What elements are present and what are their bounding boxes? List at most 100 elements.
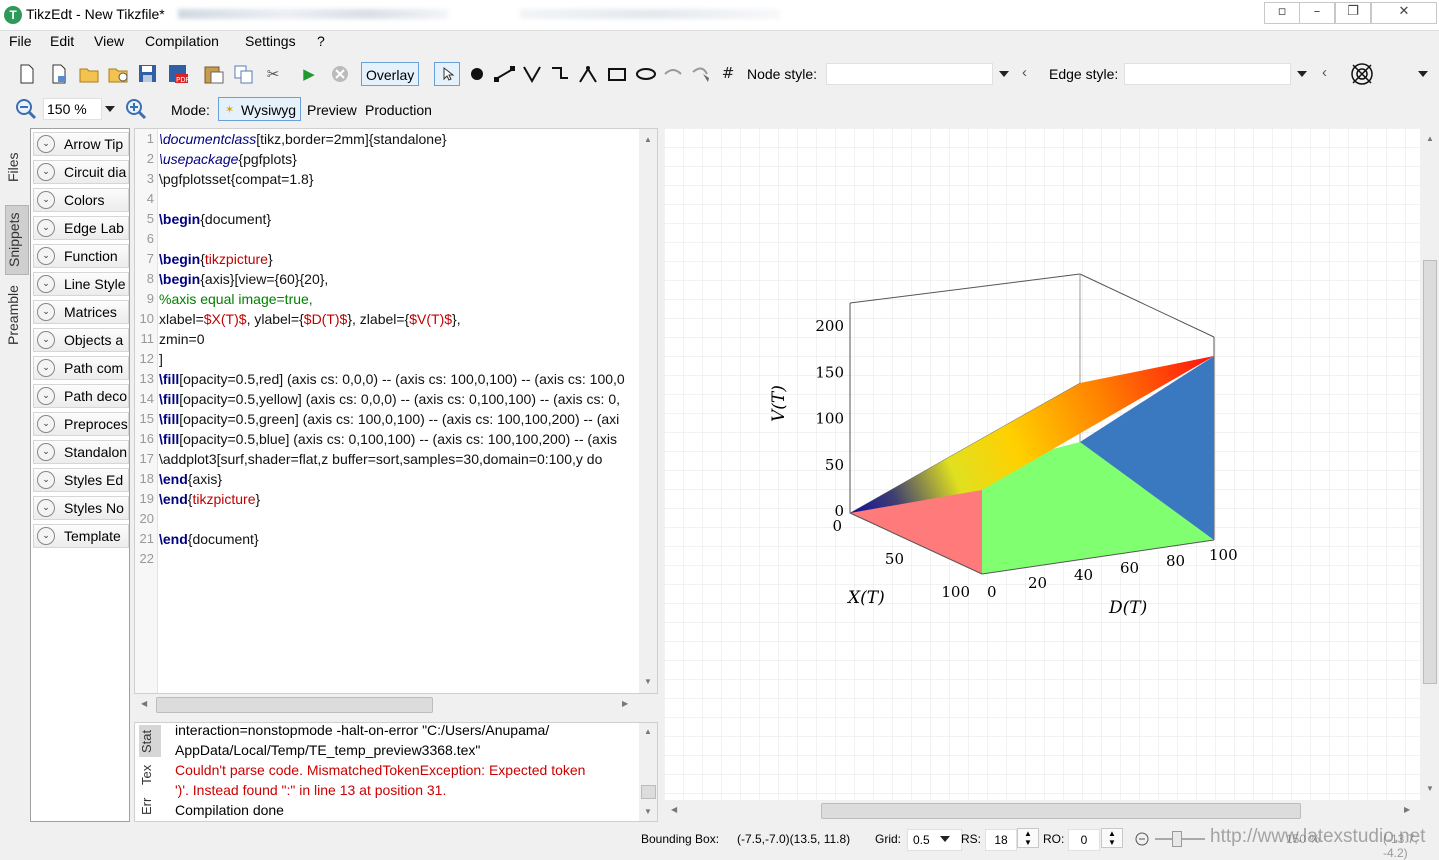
snippet-item[interactable]: ⌄ Styles Ed: [33, 468, 129, 492]
code-line[interactable]: \usepackage{pgfplots}: [159, 151, 297, 167]
code-line[interactable]: %axis equal image=true,: [159, 291, 313, 307]
extra-window-button[interactable]: ▫: [1264, 2, 1300, 24]
code-line[interactable]: \begin{tikzpicture}: [159, 251, 273, 267]
log-tab-err[interactable]: Err: [139, 793, 161, 819]
edge-tool-icon[interactable]: [493, 64, 517, 84]
code-line[interactable]: \pgfplotsset{compat=1.8}: [159, 171, 314, 187]
arc-tool-icon[interactable]: [577, 64, 599, 84]
code-line[interactable]: \fill[opacity=0.5,blue] (axis cs: 0,100,…: [159, 431, 617, 447]
expand-chevron-icon[interactable]: ⌄: [37, 359, 55, 377]
mode-wysiwyg-button[interactable]: ✶ Wysiwyg: [218, 97, 302, 121]
preview-vertical-scrollbar[interactable]: ▲ ▼: [1421, 128, 1439, 800]
code-line[interactable]: zmin=0: [159, 331, 205, 347]
expand-chevron-icon[interactable]: ⌄: [37, 219, 55, 237]
code-line[interactable]: xlabel=$X(T)$, ylabel={$D(T)$}, zlabel={…: [159, 311, 461, 327]
snippet-item[interactable]: ⌄ Path com: [33, 356, 129, 380]
snippet-item[interactable]: ⌄ Circuit dia: [33, 160, 129, 184]
rs-input[interactable]: 18: [985, 829, 1017, 851]
save-icon[interactable]: [138, 64, 158, 84]
menu-edit[interactable]: Edit: [50, 33, 74, 49]
log-scroll-down-icon[interactable]: ▼: [644, 807, 652, 816]
tab-files[interactable]: Files: [5, 134, 27, 200]
menu-help[interactable]: ?: [317, 33, 325, 49]
expand-chevron-icon[interactable]: ⌄: [37, 275, 55, 293]
preview-scroll-up-icon[interactable]: ▲: [1426, 134, 1434, 143]
expand-chevron-icon[interactable]: ⌄: [37, 163, 55, 181]
preview-scroll-right-icon[interactable]: ▶: [1404, 805, 1410, 814]
ro-spinner[interactable]: ▲ ▼: [1101, 828, 1123, 848]
expand-chevron-icon[interactable]: ⌄: [37, 471, 55, 489]
mode-production-button[interactable]: Production: [365, 102, 432, 118]
code-editor[interactable]: 1 2 3 4 5 6 7 8 9 10 11 12 13 14 15 16 17 18 19 20 21 22 \doc…: [134, 128, 658, 694]
menu-view[interactable]: View: [94, 33, 124, 49]
snippet-item[interactable]: ⌄ Styles No: [33, 496, 129, 520]
mode-preview-button[interactable]: Preview: [307, 102, 357, 118]
editor-horizontal-scrollbar[interactable]: ◀ ▶: [134, 696, 658, 714]
open-folder-icon[interactable]: [79, 64, 101, 84]
zoom-slider-thumb[interactable]: [1172, 831, 1182, 847]
expand-chevron-icon[interactable]: ⌄: [37, 415, 55, 433]
code-line[interactable]: \addplot3[surf,shader=flat,z buffer=sort…: [159, 451, 602, 467]
log-vertical-scrollbar[interactable]: ▲ ▼: [639, 723, 657, 821]
log-scroll-thumb[interactable]: [641, 785, 656, 799]
code-line[interactable]: \end{document}: [159, 531, 259, 547]
code-line[interactable]: \end{tikzpicture}: [159, 491, 260, 507]
menu-file[interactable]: File: [9, 33, 32, 49]
edge-style-dropdown-icon[interactable]: [1297, 71, 1307, 77]
snippet-item[interactable]: ⌄ Arrow Tip: [33, 132, 129, 156]
preview-canvas[interactable]: 0 50 100 150 200 0 50 100 0 20 40 60 80 100 V(T) X(…: [664, 128, 1420, 800]
preview-scroll-left-icon[interactable]: ◀: [671, 805, 677, 814]
expand-chevron-icon[interactable]: ⌄: [37, 443, 55, 461]
ro-input[interactable]: 0: [1068, 829, 1100, 851]
preview-scroll-down-icon[interactable]: ▼: [1426, 784, 1434, 793]
code-line[interactable]: \begin{document}: [159, 211, 271, 227]
expand-chevron-icon[interactable]: ⌄: [37, 247, 55, 265]
snippet-item[interactable]: ⌄ Preproces: [33, 412, 129, 436]
overlay-button[interactable]: Overlay: [361, 62, 420, 86]
node-tool-icon[interactable]: [467, 64, 487, 84]
scroll-right-icon[interactable]: ▶: [622, 699, 628, 708]
scroll-down-icon[interactable]: ▼: [644, 677, 652, 686]
expand-chevron-icon[interactable]: ⌄: [37, 331, 55, 349]
code-line[interactable]: ]: [159, 351, 163, 367]
snippet-item[interactable]: ⌄ Matrices: [33, 300, 129, 324]
snippet-item[interactable]: ⌄ Standalon: [33, 440, 129, 464]
zoom-out-icon[interactable]: [15, 98, 37, 120]
expand-chevron-icon[interactable]: ⌄: [37, 499, 55, 517]
compile-icon[interactable]: ▶: [299, 64, 319, 84]
arc-edge-tool-icon[interactable]: [662, 64, 684, 84]
snippet-item[interactable]: ⌄ Colors: [33, 188, 129, 212]
preview-horizontal-scrollbar[interactable]: ◀ ▶: [664, 802, 1420, 820]
zoom-dropdown-icon[interactable]: [105, 106, 115, 112]
expand-chevron-icon[interactable]: ⌄: [37, 527, 55, 545]
edge-style-combo[interactable]: [1124, 63, 1291, 85]
copy-icon[interactable]: [233, 64, 255, 84]
zoom-in-icon[interactable]: [125, 98, 147, 120]
chevron-left-icon-2[interactable]: ‹: [1322, 64, 1327, 81]
editor-hscroll-thumb[interactable]: [156, 697, 433, 713]
toolbar-overflow-icon[interactable]: [1418, 71, 1428, 77]
expand-chevron-icon[interactable]: ⌄: [37, 387, 55, 405]
ellipse-tool-icon[interactable]: [634, 64, 658, 84]
rs-spinner[interactable]: ▲ ▼: [1017, 828, 1039, 848]
menu-compilation[interactable]: Compilation: [145, 33, 219, 49]
snippet-item[interactable]: ⌄ Function: [33, 244, 129, 268]
code-line[interactable]: \begin{axis}[view={60}{20},: [159, 271, 328, 287]
paste-icon[interactable]: [203, 64, 225, 84]
editor-vertical-scrollbar[interactable]: ▲ ▼: [639, 129, 657, 693]
snippet-item[interactable]: ⌄ Path deco: [33, 384, 129, 408]
select-tool-button[interactable]: [434, 62, 460, 86]
node-style-dropdown-icon[interactable]: [999, 71, 1009, 77]
snippet-item[interactable]: ⌄ Template: [33, 524, 129, 548]
preview-vscroll-thumb[interactable]: [1423, 260, 1437, 684]
grid-combo[interactable]: 0.5: [907, 829, 962, 851]
tab-preamble[interactable]: Preamble: [5, 278, 27, 352]
rectangle-tool-icon[interactable]: [606, 64, 628, 84]
code-line[interactable]: \documentclass[tikz,border=2mm]{standalo…: [159, 131, 447, 147]
new-window-icon[interactable]: [50, 64, 70, 84]
expand-chevron-icon[interactable]: ⌄: [37, 191, 55, 209]
menu-settings[interactable]: Settings: [245, 33, 296, 49]
code-line[interactable]: \fill[opacity=0.5,green] (axis cs: 100,0…: [159, 411, 619, 427]
grid-icon[interactable]: #: [718, 63, 738, 83]
snippet-item[interactable]: ⌄ Edge Lab: [33, 216, 129, 240]
